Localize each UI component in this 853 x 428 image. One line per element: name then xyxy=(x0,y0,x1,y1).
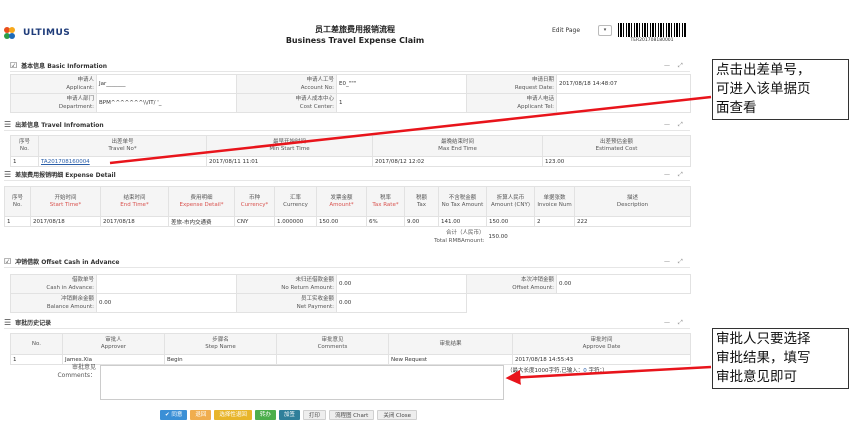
arrow-to-approval-result xyxy=(505,365,712,385)
arrow-to-travel-no xyxy=(109,95,712,165)
annotation-arrows xyxy=(109,95,712,385)
